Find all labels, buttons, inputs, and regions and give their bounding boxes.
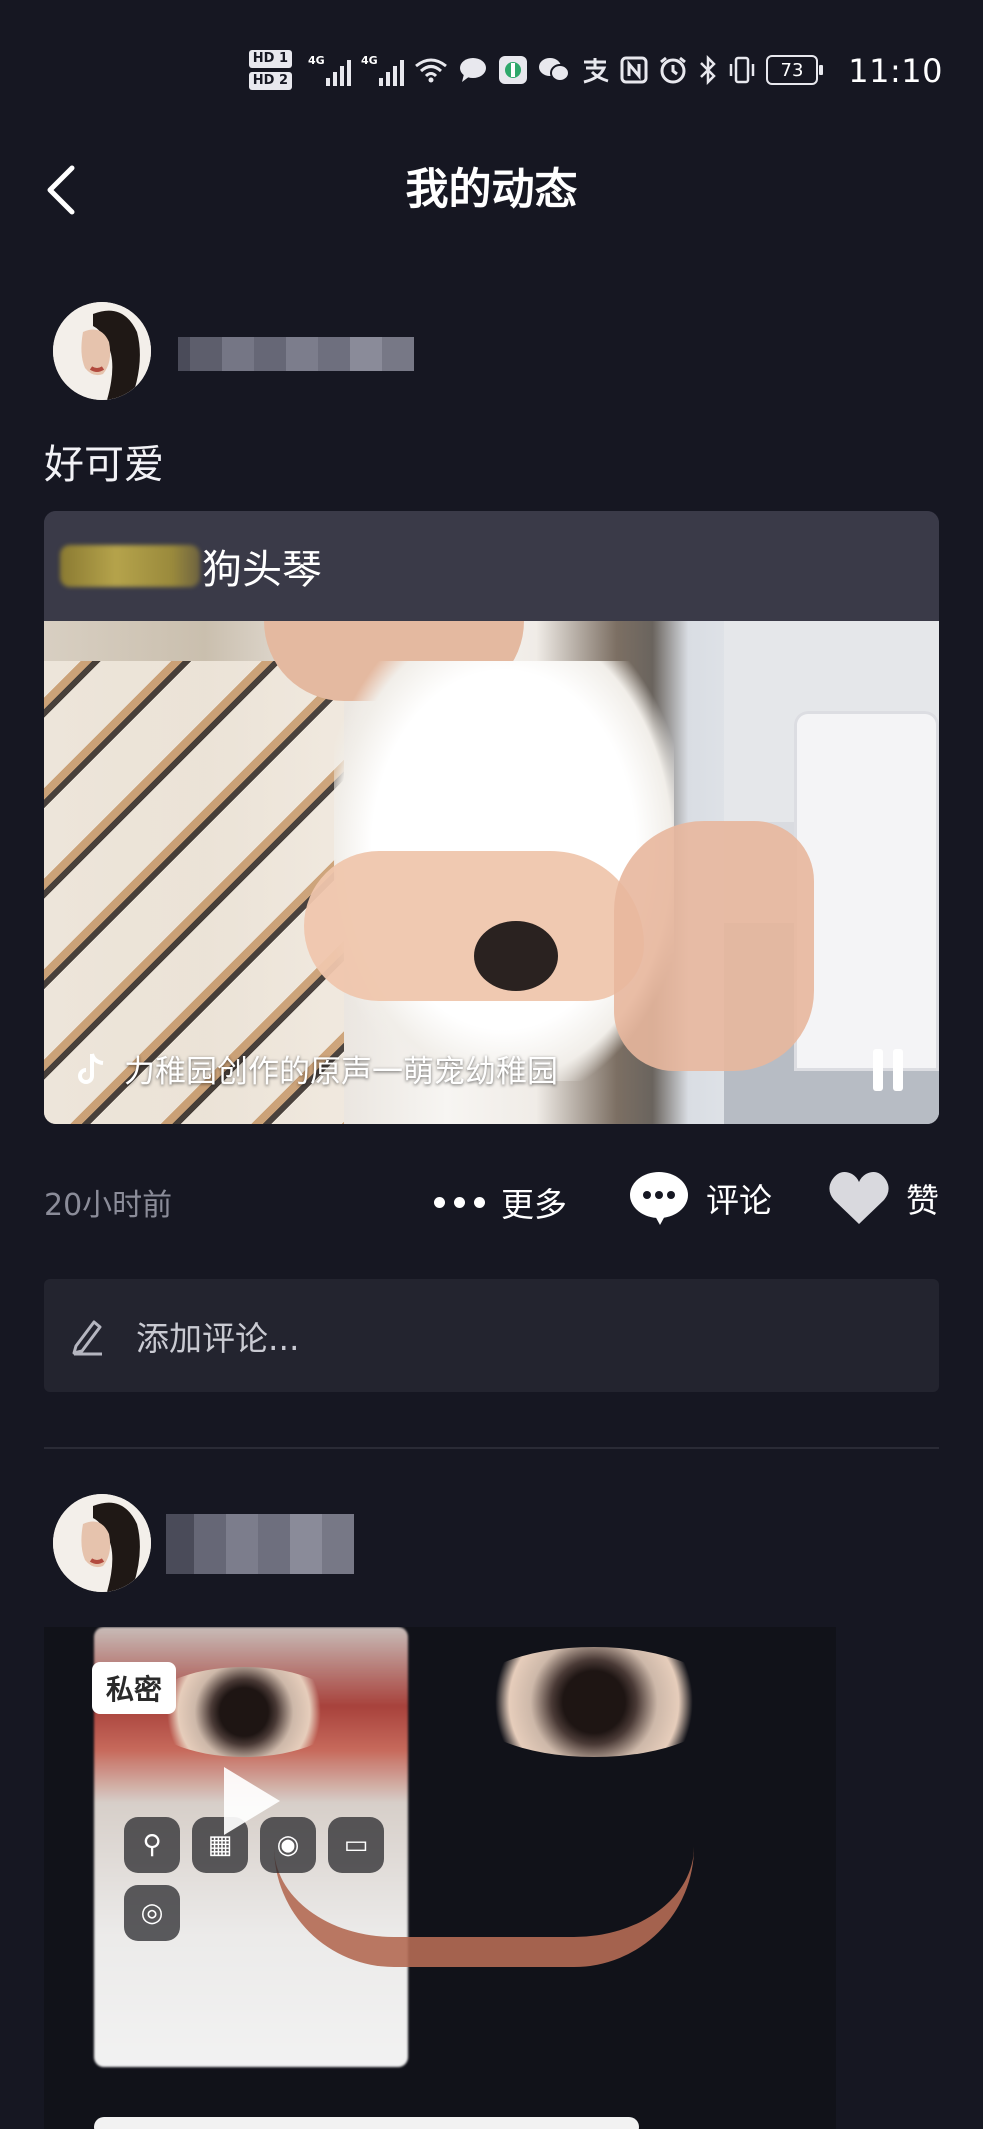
avatar[interactable]: [53, 1494, 151, 1592]
video-scene-hand: [614, 821, 814, 1071]
chevron-left-icon: [47, 165, 75, 215]
video-scene-hand: [304, 851, 644, 1001]
video-scene-machine: [794, 711, 939, 1071]
hd-icon: HD 1 HD 2: [248, 50, 292, 90]
pause-icon[interactable]: [873, 1049, 903, 1091]
music-info[interactable]: 力稚园创作的原声一萌宠幼稚园: [76, 1046, 558, 1091]
heart-icon: [829, 1172, 889, 1224]
nfc-icon: [620, 56, 648, 84]
tiktok-note-icon: [78, 1052, 104, 1084]
status-bar: HD 1 HD 2 4G 4G 73 11:10: [0, 0, 983, 140]
avatar-image: [53, 1494, 151, 1592]
like-label: 赞: [906, 1181, 939, 1220]
battery-icon: 73: [766, 55, 823, 85]
more-button[interactable]: 更多: [434, 1178, 567, 1226]
comment-button[interactable]: 评论: [628, 1170, 772, 1226]
signal-label: 4G: [308, 54, 325, 67]
username-redacted: [166, 1514, 354, 1574]
status-icons: HD 1 HD 2 4G 4G 73: [248, 50, 823, 90]
signal-4g-icon: 4G: [308, 54, 351, 86]
wifi-icon: [414, 56, 448, 84]
post-time: 20小时前: [44, 1188, 173, 1223]
alarm-icon: [658, 55, 688, 85]
app-icon: [498, 55, 528, 85]
video-scene-control-icons: ⚲ ▦ ◉ ▭ ◎: [124, 1817, 384, 1941]
bluetooth-icon: [698, 55, 718, 85]
author-name-redacted: [60, 545, 200, 587]
signal-label: 4G: [361, 54, 378, 67]
shared-video-card[interactable]: 狗头琴 力稚园创作的原声一萌宠幼稚园: [44, 511, 939, 1124]
music-title: 力稚园创作的原声一萌宠幼稚园: [124, 1054, 558, 1090]
message-icon: [458, 56, 488, 84]
battery-level: 73: [780, 59, 804, 81]
comment-bubble-icon: [630, 1172, 688, 1225]
video-thumbnail[interactable]: 力稚园创作的原声一萌宠幼稚园: [44, 621, 939, 1124]
username-redacted: [178, 337, 414, 371]
card-author-name: 狗头琴: [202, 547, 322, 593]
video-thumbnail[interactable]: ⚲ ▦ ◉ ▭ ◎ 私密: [44, 1627, 836, 2129]
wechat-icon: [538, 56, 570, 84]
card-header: 狗头琴: [44, 511, 939, 621]
play-icon[interactable]: [224, 1767, 280, 1835]
post-divider: [44, 1447, 939, 1449]
video-scene-bar: [94, 2117, 639, 2129]
like-button[interactable]: 赞: [828, 1170, 939, 1226]
back-button[interactable]: [42, 160, 92, 220]
hd2-label: HD 2: [248, 72, 292, 90]
add-comment-input[interactable]: 添加评论...: [44, 1279, 939, 1392]
hd1-label: HD 1: [248, 50, 292, 68]
avatar[interactable]: [53, 302, 151, 400]
page-title: 我的动态: [405, 165, 578, 215]
video-scene-dog-nose: [474, 921, 558, 991]
pencil-icon: [72, 1320, 102, 1355]
comment-label: 评论: [706, 1181, 772, 1220]
signal-4g-icon: 4G: [361, 54, 404, 86]
comment-placeholder: 添加评论...: [136, 1318, 300, 1358]
video-scene-eye: [464, 1647, 724, 1757]
more-label: 更多: [501, 1185, 567, 1224]
clock: 11:10: [848, 52, 943, 90]
private-badge: 私密: [92, 1662, 177, 1714]
more-dots-icon: [434, 1196, 485, 1208]
alipay-icon: [580, 56, 610, 84]
vibrate-icon: [728, 55, 756, 85]
post-caption: 好可爱: [44, 442, 164, 488]
avatar-image: [53, 302, 151, 400]
